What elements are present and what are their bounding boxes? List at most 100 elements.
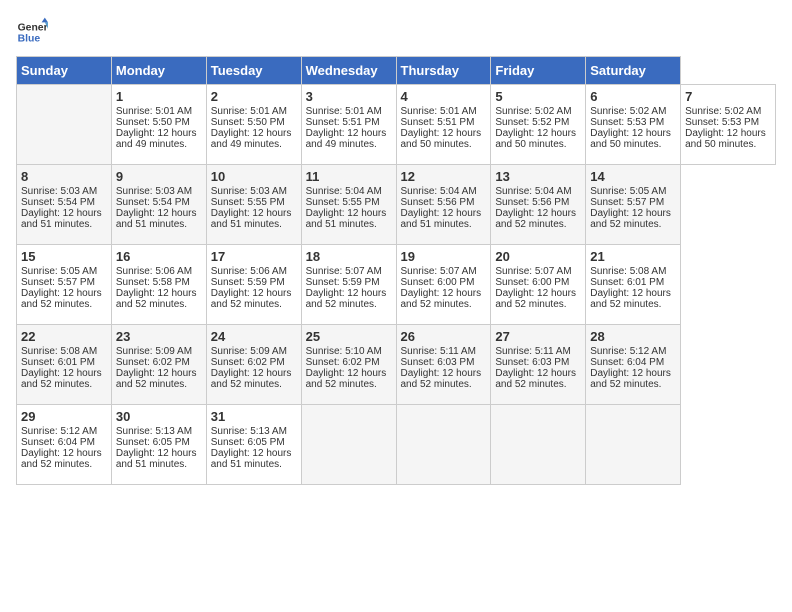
calendar-cell: 27Sunrise: 5:11 AMSunset: 6:03 PMDayligh… bbox=[491, 325, 586, 405]
daylight-text: Daylight: 12 hours and 51 minutes. bbox=[116, 208, 197, 230]
daylight-text: Daylight: 12 hours and 51 minutes. bbox=[211, 208, 292, 230]
daylight-text: Daylight: 12 hours and 52 minutes. bbox=[211, 288, 292, 310]
sunrise-text: Sunrise: 5:03 AM bbox=[211, 186, 287, 197]
day-number: 27 bbox=[495, 329, 581, 344]
calendar-cell bbox=[301, 405, 396, 485]
sunrise-text: Sunrise: 5:02 AM bbox=[590, 106, 666, 117]
day-number: 28 bbox=[590, 329, 676, 344]
daylight-text: Daylight: 12 hours and 52 minutes. bbox=[306, 368, 387, 390]
day-number: 19 bbox=[401, 249, 487, 264]
daylight-text: Daylight: 12 hours and 51 minutes. bbox=[306, 208, 387, 230]
sunset-text: Sunset: 6:00 PM bbox=[401, 277, 475, 288]
calendar-cell: 20Sunrise: 5:07 AMSunset: 6:00 PMDayligh… bbox=[491, 245, 586, 325]
sunset-text: Sunset: 5:52 PM bbox=[495, 117, 569, 128]
sunset-text: Sunset: 6:01 PM bbox=[21, 357, 95, 368]
calendar-cell: 5Sunrise: 5:02 AMSunset: 5:52 PMDaylight… bbox=[491, 85, 586, 165]
calendar-cell: 3Sunrise: 5:01 AMSunset: 5:51 PMDaylight… bbox=[301, 85, 396, 165]
calendar-cell: 22Sunrise: 5:08 AMSunset: 6:01 PMDayligh… bbox=[17, 325, 112, 405]
daylight-text: Daylight: 12 hours and 52 minutes. bbox=[495, 208, 576, 230]
sunset-text: Sunset: 5:57 PM bbox=[21, 277, 95, 288]
sunrise-text: Sunrise: 5:05 AM bbox=[21, 266, 97, 277]
page-header: General Blue bbox=[16, 16, 776, 48]
sunrise-text: Sunrise: 5:09 AM bbox=[211, 346, 287, 357]
sunrise-text: Sunrise: 5:04 AM bbox=[495, 186, 571, 197]
sunrise-text: Sunrise: 5:08 AM bbox=[21, 346, 97, 357]
calendar-cell: 21Sunrise: 5:08 AMSunset: 6:01 PMDayligh… bbox=[586, 245, 681, 325]
day-number: 9 bbox=[116, 169, 202, 184]
day-number: 23 bbox=[116, 329, 202, 344]
calendar-cell: 29Sunrise: 5:12 AMSunset: 6:04 PMDayligh… bbox=[17, 405, 112, 485]
daylight-text: Daylight: 12 hours and 50 minutes. bbox=[495, 128, 576, 150]
calendar-cell bbox=[586, 405, 681, 485]
calendar-header-wednesday: Wednesday bbox=[301, 57, 396, 85]
day-number: 17 bbox=[211, 249, 297, 264]
calendar-cell: 13Sunrise: 5:04 AMSunset: 5:56 PMDayligh… bbox=[491, 165, 586, 245]
logo: General Blue bbox=[16, 16, 48, 48]
day-number: 20 bbox=[495, 249, 581, 264]
daylight-text: Daylight: 12 hours and 52 minutes. bbox=[495, 368, 576, 390]
calendar-cell: 6Sunrise: 5:02 AMSunset: 5:53 PMDaylight… bbox=[586, 85, 681, 165]
sunrise-text: Sunrise: 5:02 AM bbox=[495, 106, 571, 117]
calendar-header-sunday: Sunday bbox=[17, 57, 112, 85]
calendar-week-row: 29Sunrise: 5:12 AMSunset: 6:04 PMDayligh… bbox=[17, 405, 776, 485]
day-number: 3 bbox=[306, 89, 392, 104]
day-number: 10 bbox=[211, 169, 297, 184]
sunset-text: Sunset: 6:02 PM bbox=[306, 357, 380, 368]
calendar-cell: 4Sunrise: 5:01 AMSunset: 5:51 PMDaylight… bbox=[396, 85, 491, 165]
sunrise-text: Sunrise: 5:02 AM bbox=[685, 106, 761, 117]
day-number: 31 bbox=[211, 409, 297, 424]
calendar-cell: 15Sunrise: 5:05 AMSunset: 5:57 PMDayligh… bbox=[17, 245, 112, 325]
calendar-cell: 26Sunrise: 5:11 AMSunset: 6:03 PMDayligh… bbox=[396, 325, 491, 405]
calendar-cell: 11Sunrise: 5:04 AMSunset: 5:55 PMDayligh… bbox=[301, 165, 396, 245]
day-number: 1 bbox=[116, 89, 202, 104]
calendar-cell: 12Sunrise: 5:04 AMSunset: 5:56 PMDayligh… bbox=[396, 165, 491, 245]
calendar-header-saturday: Saturday bbox=[586, 57, 681, 85]
calendar-header-friday: Friday bbox=[491, 57, 586, 85]
daylight-text: Daylight: 12 hours and 52 minutes. bbox=[401, 288, 482, 310]
sunset-text: Sunset: 5:59 PM bbox=[211, 277, 285, 288]
daylight-text: Daylight: 12 hours and 50 minutes. bbox=[590, 128, 671, 150]
daylight-text: Daylight: 12 hours and 52 minutes. bbox=[21, 448, 102, 470]
sunset-text: Sunset: 5:50 PM bbox=[211, 117, 285, 128]
day-number: 21 bbox=[590, 249, 676, 264]
calendar-table: SundayMondayTuesdayWednesdayThursdayFrid… bbox=[16, 56, 776, 485]
sunrise-text: Sunrise: 5:13 AM bbox=[211, 426, 287, 437]
calendar-cell: 17Sunrise: 5:06 AMSunset: 5:59 PMDayligh… bbox=[206, 245, 301, 325]
day-number: 11 bbox=[306, 169, 392, 184]
sunset-text: Sunset: 5:53 PM bbox=[685, 117, 759, 128]
calendar-cell: 14Sunrise: 5:05 AMSunset: 5:57 PMDayligh… bbox=[586, 165, 681, 245]
daylight-text: Daylight: 12 hours and 49 minutes. bbox=[211, 128, 292, 150]
daylight-text: Daylight: 12 hours and 52 minutes. bbox=[116, 368, 197, 390]
daylight-text: Daylight: 12 hours and 49 minutes. bbox=[306, 128, 387, 150]
sunrise-text: Sunrise: 5:11 AM bbox=[401, 346, 476, 357]
sunrise-text: Sunrise: 5:01 AM bbox=[401, 106, 477, 117]
calendar-cell: 23Sunrise: 5:09 AMSunset: 6:02 PMDayligh… bbox=[111, 325, 206, 405]
day-number: 16 bbox=[116, 249, 202, 264]
sunset-text: Sunset: 6:04 PM bbox=[590, 357, 664, 368]
day-number: 8 bbox=[21, 169, 107, 184]
sunrise-text: Sunrise: 5:12 AM bbox=[590, 346, 666, 357]
calendar-header-row: SundayMondayTuesdayWednesdayThursdayFrid… bbox=[17, 57, 776, 85]
calendar-header-monday: Monday bbox=[111, 57, 206, 85]
sunrise-text: Sunrise: 5:03 AM bbox=[21, 186, 97, 197]
day-number: 4 bbox=[401, 89, 487, 104]
calendar-week-row: 8Sunrise: 5:03 AMSunset: 5:54 PMDaylight… bbox=[17, 165, 776, 245]
day-number: 14 bbox=[590, 169, 676, 184]
sunset-text: Sunset: 5:51 PM bbox=[401, 117, 475, 128]
calendar-cell bbox=[491, 405, 586, 485]
daylight-text: Daylight: 12 hours and 49 minutes. bbox=[116, 128, 197, 150]
day-number: 13 bbox=[495, 169, 581, 184]
calendar-week-row: 22Sunrise: 5:08 AMSunset: 6:01 PMDayligh… bbox=[17, 325, 776, 405]
sunset-text: Sunset: 5:54 PM bbox=[116, 197, 190, 208]
svg-text:Blue: Blue bbox=[18, 34, 41, 45]
sunset-text: Sunset: 5:55 PM bbox=[211, 197, 285, 208]
sunrise-text: Sunrise: 5:09 AM bbox=[116, 346, 192, 357]
sunset-text: Sunset: 6:01 PM bbox=[590, 277, 664, 288]
sunset-text: Sunset: 6:05 PM bbox=[116, 437, 190, 448]
sunrise-text: Sunrise: 5:12 AM bbox=[21, 426, 97, 437]
calendar-cell: 1Sunrise: 5:01 AMSunset: 5:50 PMDaylight… bbox=[111, 85, 206, 165]
calendar-cell: 10 Sunrise: 5:03 AMSunset: 5:55 PMDayligh… bbox=[206, 165, 301, 245]
day-number: 7 bbox=[685, 89, 771, 104]
sunrise-text: Sunrise: 5:04 AM bbox=[401, 186, 477, 197]
calendar-week-row: 1Sunrise: 5:01 AMSunset: 5:50 PMDaylight… bbox=[17, 85, 776, 165]
